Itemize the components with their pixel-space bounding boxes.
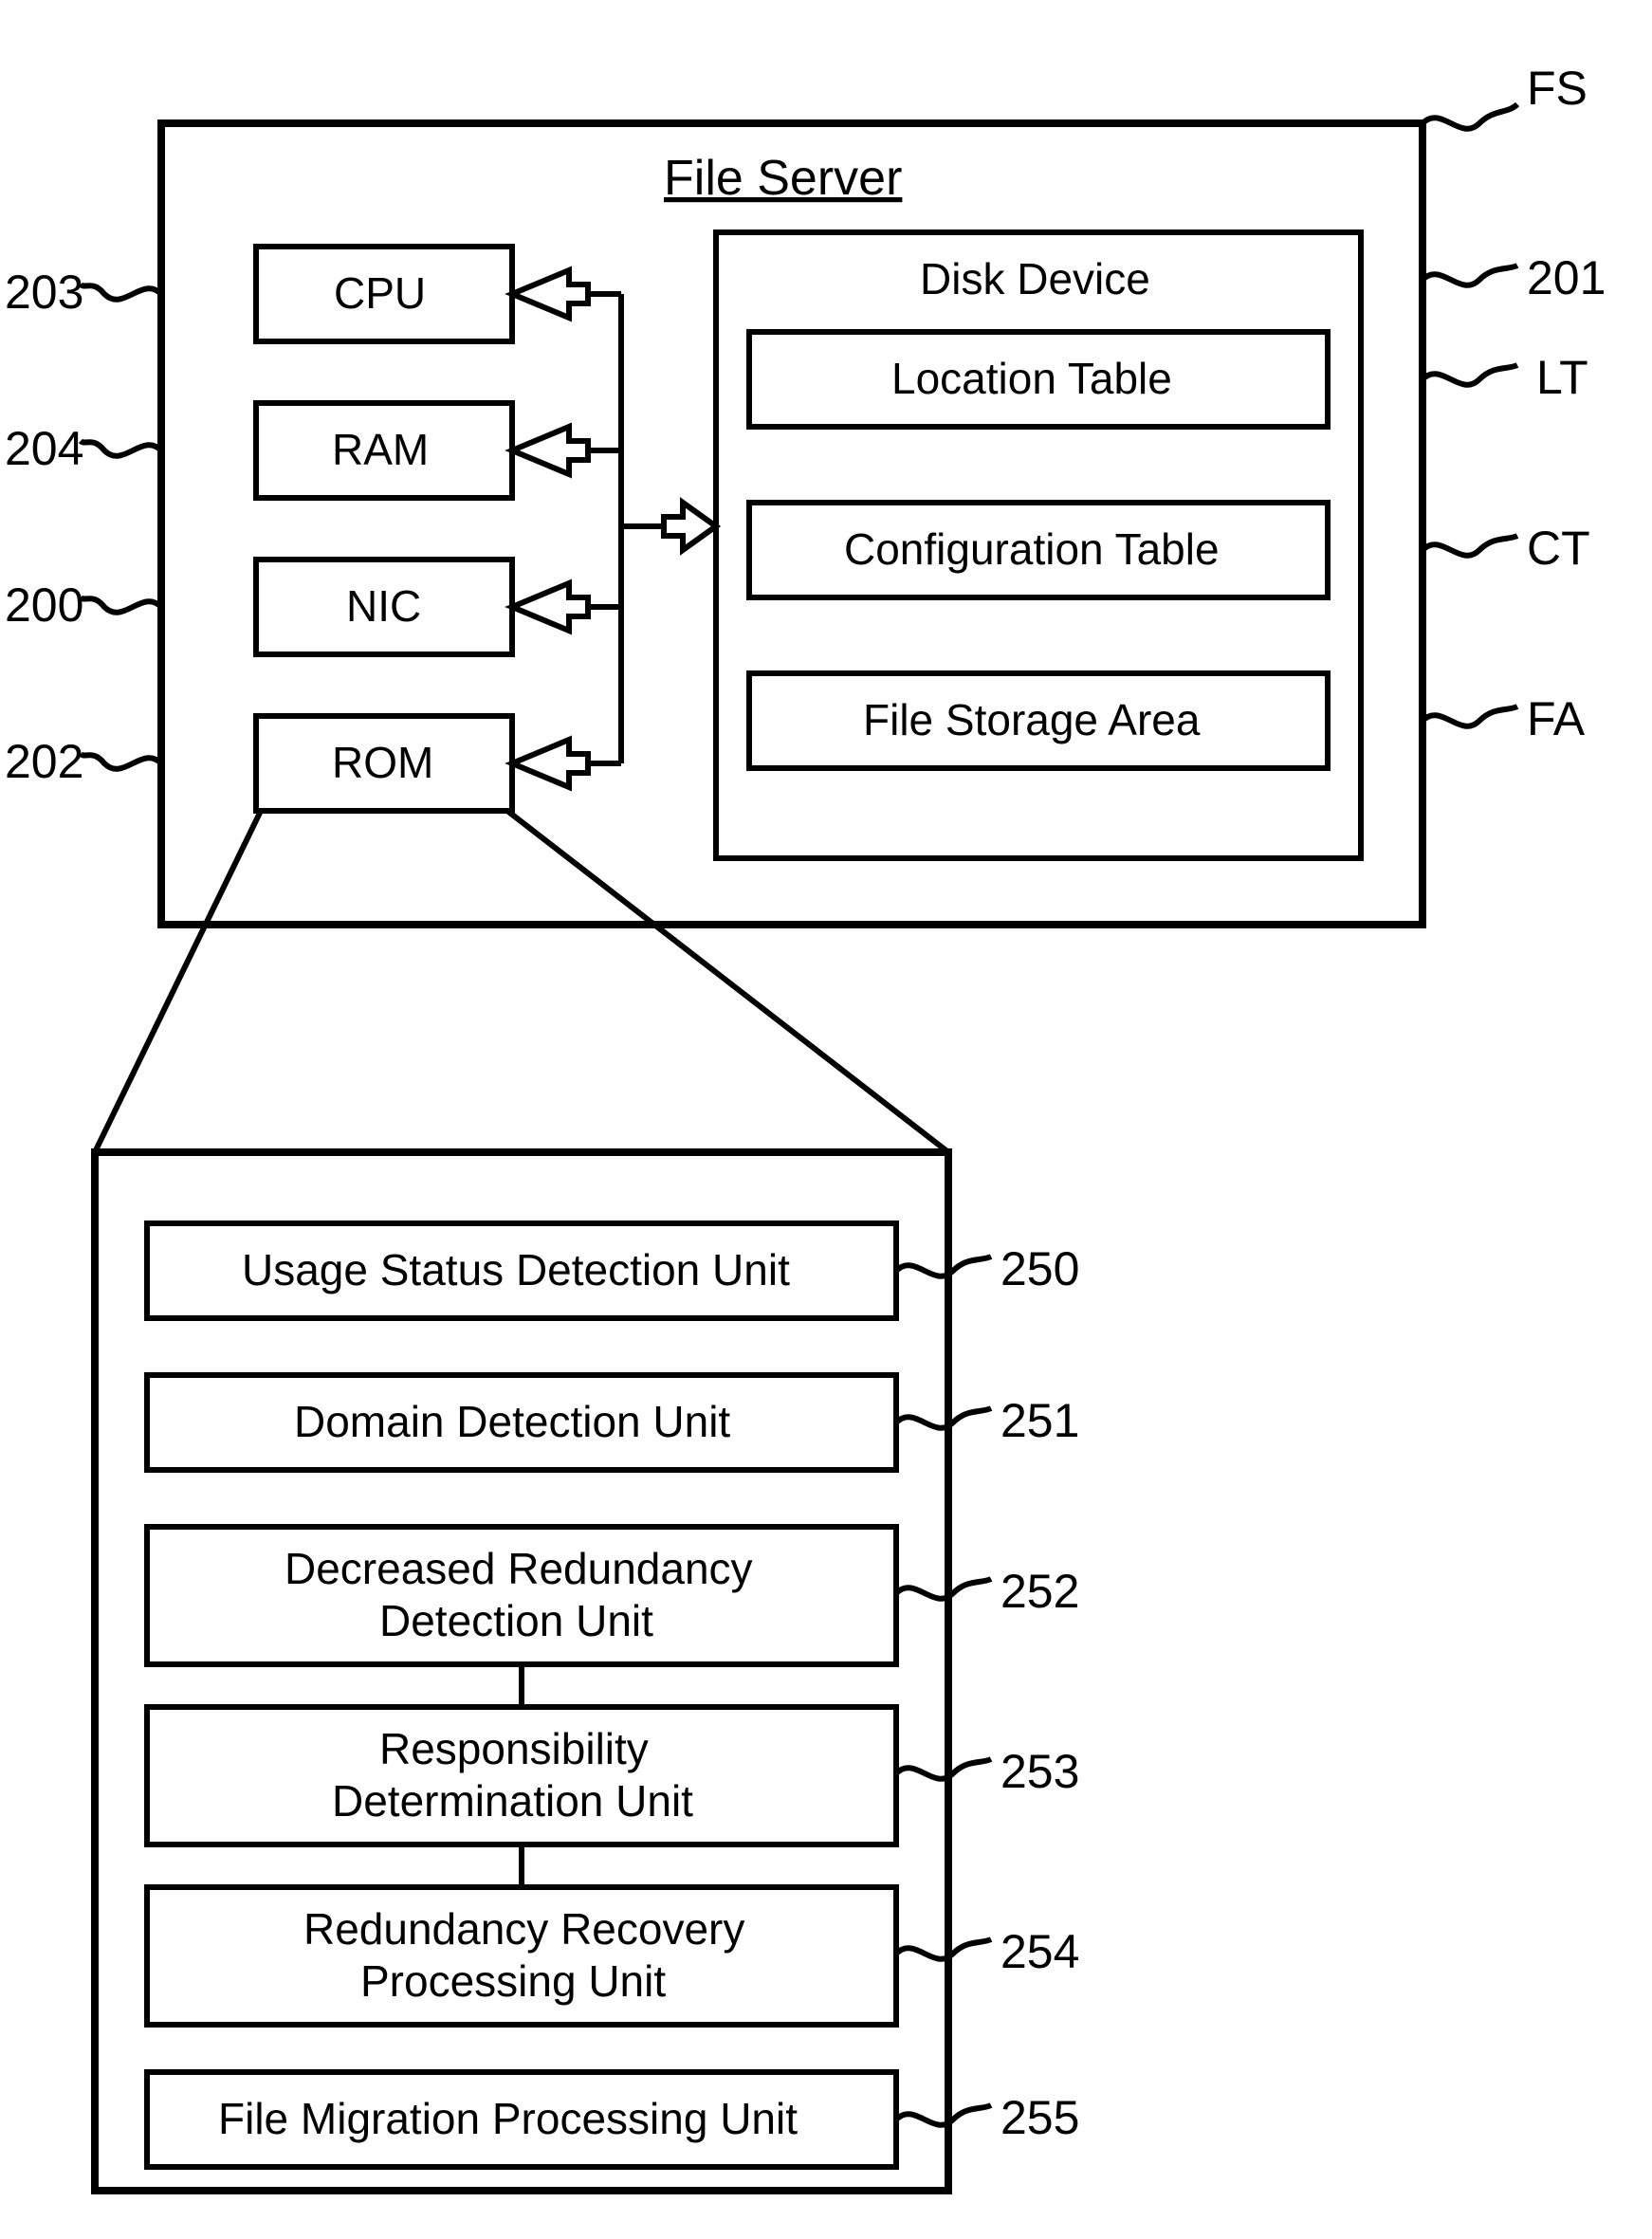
arrow-rom [512, 740, 621, 787]
leader-255 [896, 2105, 991, 2125]
ram-label: RAM [332, 425, 429, 474]
leader-lt [1423, 365, 1517, 385]
ref-ram: 204 [5, 422, 83, 475]
redundancy-recovery-line1: Redundancy Recovery [303, 1904, 744, 1954]
callout-line-right [507, 811, 948, 1152]
ref-lt: LT [1536, 351, 1588, 404]
leader-252 [896, 1579, 991, 1599]
leader-251 [896, 1408, 991, 1428]
disk-device-title: Disk Device [920, 254, 1150, 303]
usage-status-label: Usage Status Detection Unit [242, 1245, 790, 1294]
ref-255: 255 [1000, 2091, 1079, 2144]
ref-250: 250 [1000, 1242, 1079, 1295]
leader-nic [81, 597, 161, 613]
leader-disk [1423, 266, 1517, 285]
leader-ct [1423, 536, 1517, 556]
file-storage-label: File Storage Area [863, 695, 1201, 744]
ref-cpu: 203 [5, 266, 83, 319]
file-server-box [161, 123, 1423, 925]
ref-253: 253 [1000, 1745, 1079, 1798]
leader-fs [1423, 104, 1517, 129]
ref-252: 252 [1000, 1565, 1079, 1618]
label-fs: FS [1527, 62, 1588, 115]
nic-label: NIC [346, 581, 421, 631]
leader-cpu [81, 284, 161, 300]
responsibility-line2: Determination Unit [332, 1776, 693, 1826]
ref-fa: FA [1527, 692, 1586, 745]
ref-254: 254 [1000, 1925, 1079, 1978]
ref-rom: 202 [5, 735, 83, 788]
leader-254 [896, 1939, 991, 1959]
redundancy-recovery-line2: Processing Unit [360, 1956, 666, 2006]
leader-253 [896, 1759, 991, 1779]
domain-detection-label: Domain Detection Unit [294, 1397, 730, 1446]
file-server-title: File Server [664, 151, 902, 206]
location-table-label: Location Table [891, 354, 1172, 403]
arrowhead-disk [664, 503, 716, 550]
rom-label: ROM [332, 738, 433, 787]
leader-rom [81, 754, 161, 769]
file-migration-label: File Migration Processing Unit [218, 2094, 798, 2143]
leader-fa [1423, 707, 1517, 726]
leader-ram [81, 441, 161, 456]
responsibility-line1: Responsibility [379, 1724, 649, 1773]
config-table-label: Configuration Table [844, 524, 1220, 574]
cpu-label: CPU [334, 268, 426, 318]
arrow-ram [512, 427, 621, 474]
ref-251: 251 [1000, 1394, 1079, 1447]
ref-disk: 201 [1527, 251, 1606, 304]
leader-250 [896, 1257, 991, 1276]
callout-line-left [95, 811, 261, 1152]
decreased-redundancy-line2: Detection Unit [379, 1596, 653, 1645]
decreased-redundancy-line1: Decreased Redundancy [285, 1544, 753, 1593]
arrow-cpu [512, 270, 621, 318]
ref-nic: 200 [5, 578, 83, 632]
ref-ct: CT [1527, 522, 1590, 575]
arrow-nic [512, 583, 621, 631]
